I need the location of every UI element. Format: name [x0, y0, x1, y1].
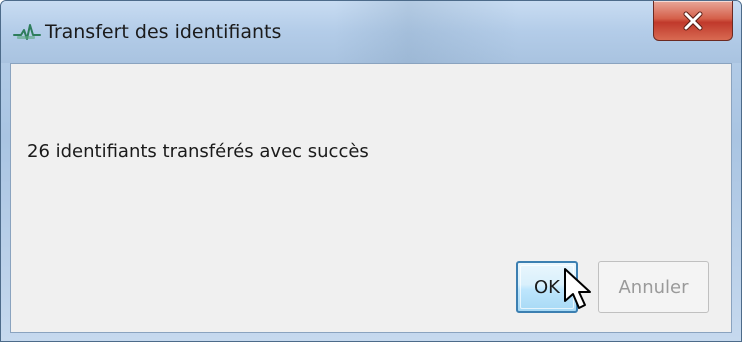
- cancel-button[interactable]: Annuler: [598, 261, 709, 313]
- dialog-window: Transfert des identifiants 26 identifian…: [0, 0, 742, 342]
- dialog-content: 26 identifiants transférés avec succès O…: [10, 63, 732, 333]
- message-text: 26 identifiants transférés avec succès: [27, 141, 369, 162]
- close-icon: [683, 11, 703, 30]
- close-button[interactable]: [653, 1, 733, 41]
- title-bar[interactable]: Transfert des identifiants: [1, 1, 741, 63]
- ok-button-label: OK: [534, 276, 560, 298]
- cancel-button-label: Annuler: [618, 276, 689, 298]
- app-pulse-icon: [13, 21, 41, 43]
- arrow-cursor-icon: [564, 268, 591, 309]
- window-title: Transfert des identifiants: [45, 21, 282, 43]
